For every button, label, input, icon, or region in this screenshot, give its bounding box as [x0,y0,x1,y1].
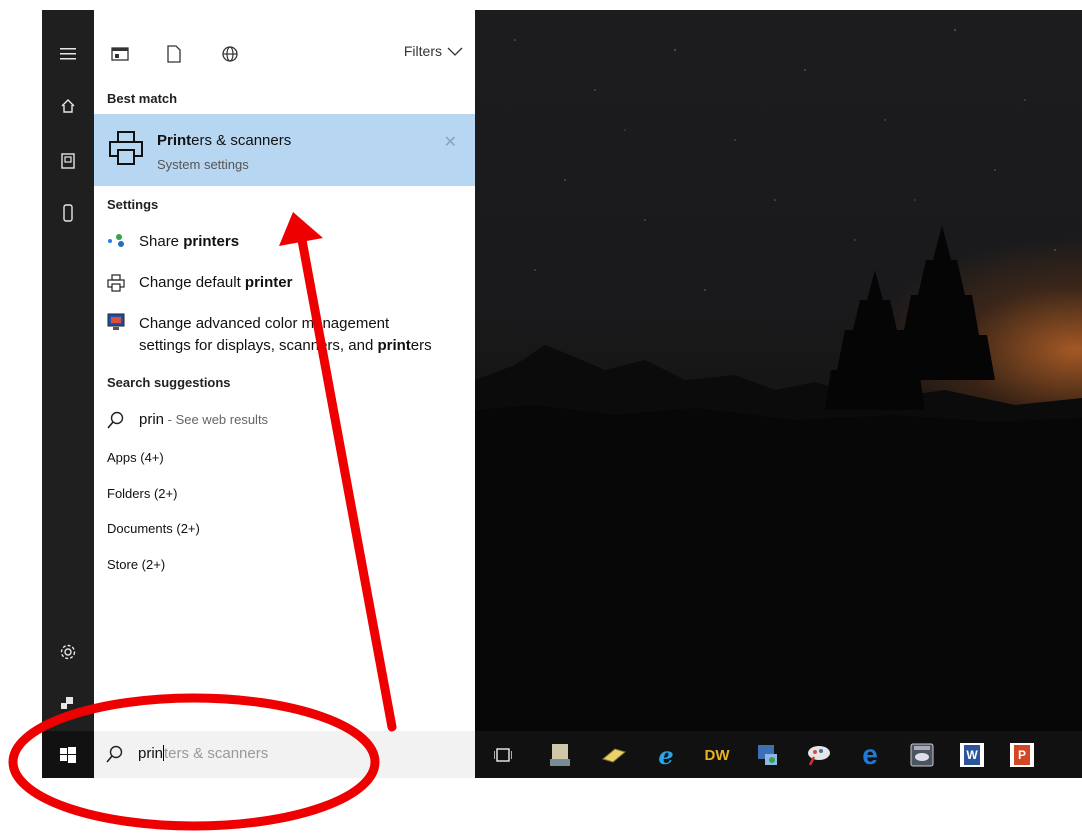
red-arrow-annotation [279,212,397,732]
annotation-overlay [8,212,397,831]
red-circle-annotation [8,693,380,831]
